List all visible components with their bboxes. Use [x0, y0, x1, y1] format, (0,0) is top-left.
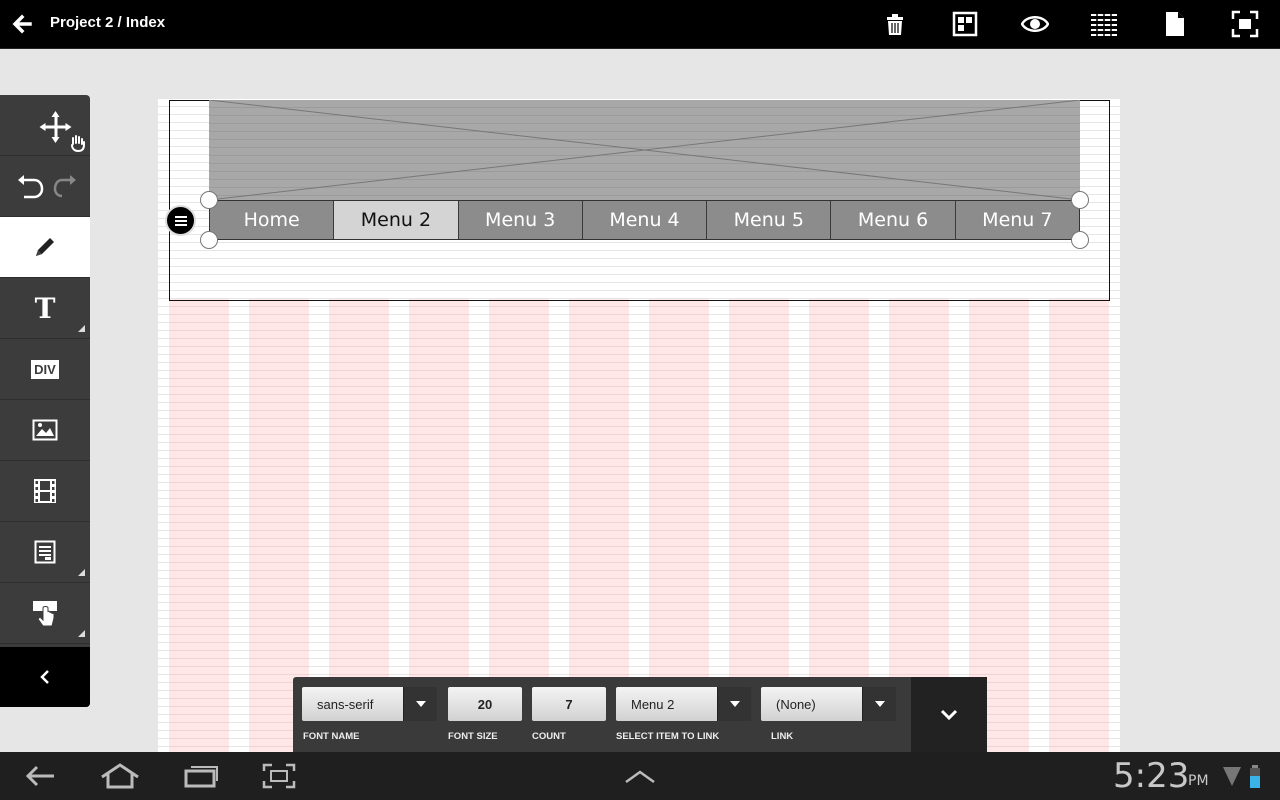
font-name-select[interactable]: sans-serif	[302, 687, 437, 721]
collapse-toolbar-button[interactable]	[0, 647, 90, 707]
fullscreen-icon[interactable]	[1231, 10, 1259, 38]
font-name-value: sans-serif	[317, 696, 374, 712]
menu-item-2[interactable]: Menu 2	[334, 201, 459, 239]
clock-time: 5:23	[1113, 756, 1190, 796]
pencil-tool[interactable]	[0, 217, 90, 278]
font-size-field[interactable]: 20	[448, 687, 522, 721]
wifi-icon	[1223, 767, 1241, 786]
dropdown-button[interactable]	[717, 687, 751, 721]
submenu-indicator	[78, 325, 85, 332]
font-size-label: FONT SIZE	[448, 731, 498, 742]
resize-handle-top-left[interactable]	[200, 191, 218, 209]
layout-grid-icon[interactable]	[951, 10, 979, 38]
submenu-indicator	[78, 569, 85, 576]
element-menu-button[interactable]	[165, 205, 196, 236]
document-icon[interactable]	[1161, 10, 1189, 38]
form-tool[interactable]	[0, 522, 90, 583]
link-select[interactable]: (None)	[761, 687, 896, 721]
undo-redo-icon	[18, 175, 76, 199]
system-navigation-bar: 5:23 PM	[0, 752, 1280, 800]
undo-redo-tool[interactable]	[0, 156, 90, 217]
trash-icon[interactable]	[881, 10, 909, 38]
video-tool[interactable]	[0, 461, 90, 522]
collapse-panel-button[interactable]	[911, 677, 987, 752]
caret-down-icon	[415, 701, 426, 707]
image-icon	[32, 419, 58, 441]
caret-down-icon	[729, 701, 740, 707]
menu-item-7[interactable]: Menu 7	[956, 201, 1079, 239]
font-name-label: FONT NAME	[303, 731, 360, 742]
film-icon	[34, 479, 56, 503]
resize-handle-bottom-right[interactable]	[1071, 231, 1089, 249]
submenu-indicator	[78, 630, 85, 637]
link-value: (None)	[776, 696, 816, 712]
count-label: COUNT	[532, 731, 566, 742]
battery-icon	[1250, 765, 1260, 788]
link-label: LINK	[771, 731, 794, 742]
dropdown-button[interactable]	[403, 687, 437, 721]
properties-panel: sans-serif FONT NAME 20 FONT SIZE 7 COUN…	[293, 677, 987, 752]
resize-handle-bottom-left[interactable]	[200, 231, 218, 249]
interaction-tool[interactable]	[0, 583, 90, 644]
menu-item-4[interactable]: Menu 4	[583, 201, 708, 239]
chevron-down-icon	[940, 709, 958, 720]
top-action-bar: Project 2 / Index	[0, 0, 1280, 49]
placeholder-cross	[209, 100, 1080, 200]
menu-item-home[interactable]: Home	[210, 201, 335, 239]
system-back-icon[interactable]	[24, 762, 58, 790]
text-tool[interactable]: T	[0, 278, 90, 339]
chevron-left-icon	[40, 670, 49, 684]
pencil-icon	[36, 238, 54, 256]
back-arrow-icon[interactable]	[10, 12, 36, 36]
grid-column	[1049, 299, 1109, 752]
menu-item-5[interactable]: Menu 5	[707, 201, 832, 239]
form-icon	[34, 540, 56, 564]
caret-down-icon	[874, 701, 885, 707]
text-icon: T	[34, 291, 56, 325]
click-touch-icon	[33, 601, 57, 627]
project-title: Project 2 / Index	[50, 14, 166, 31]
left-toolbar: T DIV	[0, 95, 90, 707]
move-pan-icon	[39, 111, 72, 143]
menu-item-6[interactable]: Menu 6	[831, 201, 956, 239]
div-icon: DIV	[31, 359, 59, 379]
navigation-menu-widget[interactable]: Home Menu 2 Menu 3 Menu 4 Menu 5 Menu 6 …	[209, 200, 1080, 240]
eye-icon[interactable]	[1021, 10, 1049, 38]
screenshot-icon[interactable]	[262, 762, 296, 790]
grid-column	[169, 299, 229, 752]
app-root: Project 2 / Index Home Menu 2 Menu 3 Men…	[0, 0, 1280, 800]
hand-icon	[71, 135, 85, 152]
recent-apps-icon[interactable]	[183, 762, 219, 790]
home-icon[interactable]	[99, 762, 141, 790]
move-pan-tool[interactable]	[0, 95, 90, 156]
resize-handle-top-right[interactable]	[1071, 191, 1089, 209]
select-item-to-link[interactable]: Menu 2	[616, 687, 751, 721]
clock-ampm: PM	[1188, 773, 1209, 789]
menu-item-3[interactable]: Menu 3	[459, 201, 583, 239]
image-placeholder[interactable]	[209, 100, 1080, 200]
hamburger-icon	[174, 215, 187, 226]
dropdown-button[interactable]	[862, 687, 896, 721]
select-item-value: Menu 2	[631, 696, 675, 712]
select-item-label: SELECT ITEM TO LINK	[616, 731, 720, 742]
image-tool[interactable]	[0, 400, 90, 461]
count-field[interactable]: 7	[532, 687, 606, 721]
table-icon[interactable]	[1090, 10, 1118, 38]
chevron-up-icon[interactable]	[623, 762, 657, 790]
div-tool[interactable]: DIV	[0, 339, 90, 400]
